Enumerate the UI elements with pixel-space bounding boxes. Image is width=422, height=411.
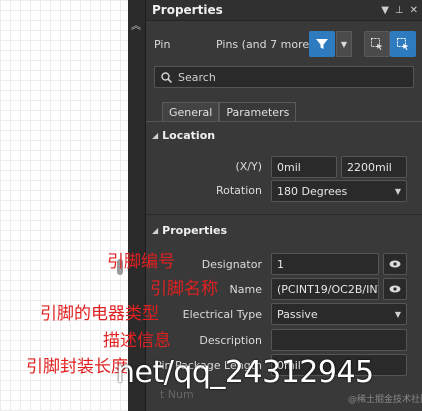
- designator-input[interactable]: 1: [271, 253, 379, 275]
- description-input[interactable]: [271, 329, 407, 351]
- annotation-package-length: 引脚封装长度: [26, 357, 128, 377]
- pin-icon[interactable]: ⊥: [395, 5, 404, 16]
- chevron-down-icon: ▼: [394, 310, 401, 319]
- annotation-designator: 引脚编号: [107, 252, 175, 272]
- annotation-electrical-type: 引脚的电器类型: [40, 304, 159, 324]
- electrical-type-label: Electrical Type: [182, 308, 262, 321]
- eye-icon: [389, 285, 401, 293]
- selection-box-icon: [371, 38, 383, 50]
- selection-description: Pins (and 7 more): [216, 38, 314, 51]
- tab-general[interactable]: General: [162, 102, 220, 122]
- properties-section-header[interactable]: ◢ Properties: [152, 224, 227, 237]
- chevron-down-icon[interactable]: ▼: [381, 5, 389, 16]
- filter-button[interactable]: [309, 31, 335, 57]
- x-input[interactable]: 0mil: [271, 156, 337, 178]
- filter-icon: [316, 39, 328, 49]
- designator-label: Designator: [201, 258, 262, 271]
- chevron-down-icon: ▼: [394, 187, 401, 196]
- double-chevron-up-icon[interactable]: ︽: [131, 22, 141, 32]
- rotation-select[interactable]: 180 Degrees ▼: [271, 180, 407, 202]
- location-section-header[interactable]: ◢ Location: [152, 129, 215, 142]
- name-input[interactable]: (PCINT19/OC2B/INT: [271, 278, 379, 300]
- panel-title: Properties: [152, 3, 223, 17]
- designator-visibility-button[interactable]: [383, 253, 407, 275]
- search-placeholder: Search: [178, 70, 216, 84]
- tab-parameters[interactable]: Parameters: [219, 102, 297, 122]
- filter-dropdown-button[interactable]: ▼: [336, 31, 352, 57]
- xy-label: (X/Y): [235, 160, 262, 173]
- watermark-small: @稀土掘金技术社区: [348, 395, 422, 405]
- chevron-down-icon: ▼: [340, 39, 348, 49]
- electrical-type-select[interactable]: Passive ▼: [271, 303, 407, 325]
- y-input[interactable]: 2200mil: [341, 156, 407, 178]
- object-row: Pin Pins (and 7 more) ▼: [146, 30, 422, 58]
- select-all-button[interactable]: [390, 31, 416, 57]
- select-mode-button[interactable]: [364, 31, 390, 57]
- collapse-triangle-icon: ◢: [152, 131, 159, 140]
- panel-title-bar: Properties ▼ ⊥ ✕: [146, 0, 422, 21]
- description-label: Description: [199, 334, 262, 347]
- tab-bar: General Parameters: [162, 102, 297, 122]
- cursor-box-icon: [397, 38, 409, 50]
- name-visibility-button[interactable]: [383, 278, 407, 300]
- object-kind-label: Pin: [154, 38, 171, 51]
- collapse-triangle-icon: ◢: [152, 226, 159, 235]
- search-field[interactable]: Search: [154, 66, 414, 88]
- annotation-name: 引脚名称: [150, 279, 218, 299]
- search-icon: [161, 71, 172, 83]
- watermark-text: net/qq_24312945: [116, 355, 374, 390]
- annotation-description: 描述信息: [103, 331, 171, 351]
- close-icon[interactable]: ✕: [410, 5, 418, 16]
- eye-icon: [389, 260, 401, 268]
- rotation-label: Rotation: [215, 184, 262, 197]
- properties-panel: Properties ▼ ⊥ ✕ Pin Pins (and 7 more) ▼: [146, 0, 422, 411]
